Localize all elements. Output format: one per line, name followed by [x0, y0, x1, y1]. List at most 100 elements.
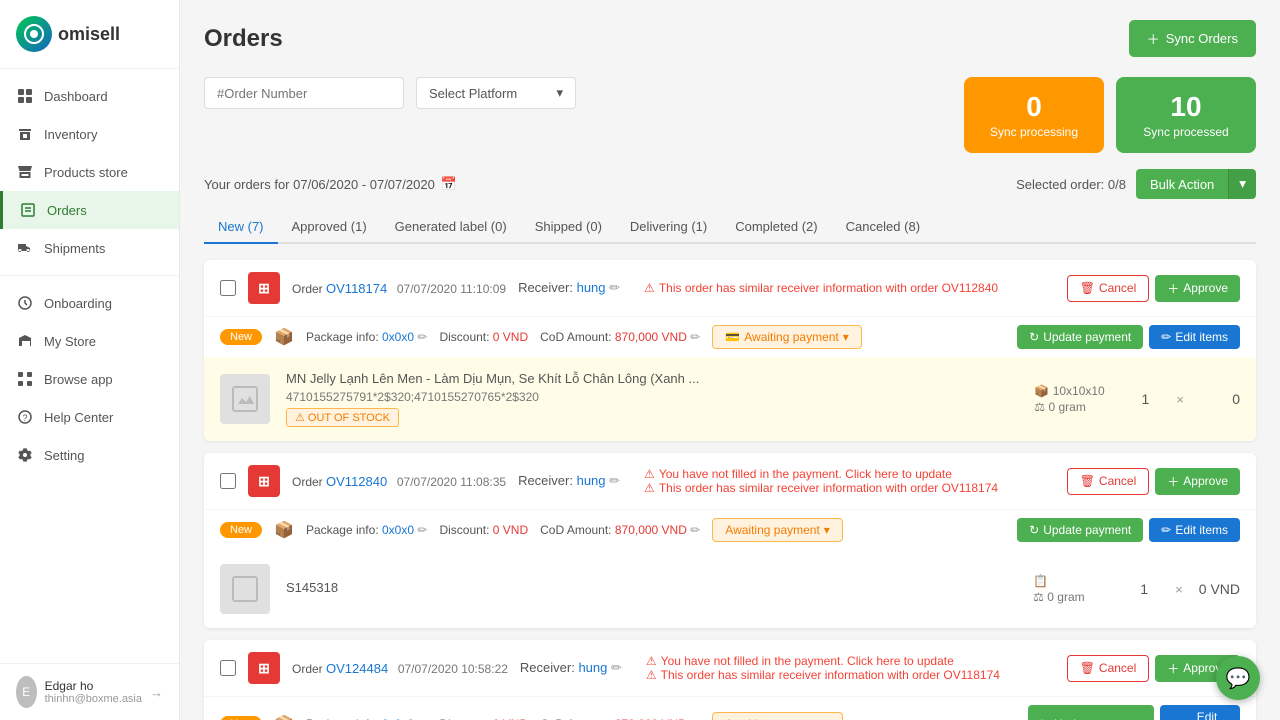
edit-receiver-icon-1[interactable]: ✏: [609, 280, 620, 295]
edit-icon-1: ✏: [1161, 330, 1171, 344]
order-actions-1: 🗑 Cancel ＋ Approve: [1067, 275, 1240, 302]
badge-new-2: New: [220, 522, 262, 538]
selected-order-info: Selected order: 0/8 Bulk Action ▾: [1016, 169, 1256, 199]
order-id-2[interactable]: OV112840: [326, 474, 387, 489]
product-image-2: [220, 564, 270, 614]
product-weight-2: ⚖ 0 gram: [1033, 590, 1113, 604]
payment-status-area-3: Awaiting payment ▾: [712, 712, 843, 720]
platform-icon-1: ⊞: [248, 272, 280, 304]
logout-icon[interactable]: →: [150, 685, 163, 700]
warning-icon-3a: ⚠: [646, 654, 657, 668]
edit-cod-icon-1[interactable]: ✏: [690, 330, 700, 344]
orders-icon: [19, 201, 37, 219]
chat-bubble[interactable]: 💬: [1216, 656, 1260, 700]
sync-processing-count: 0: [988, 91, 1080, 123]
chevron-down-icon: ▾: [556, 85, 563, 101]
product-weight-1: ⚖ 0 gram: [1034, 400, 1114, 414]
sidebar-item-browse-app[interactable]: Browse app: [0, 360, 179, 398]
tab-generated-label[interactable]: Generated label (0): [381, 211, 521, 244]
tab-completed[interactable]: Completed (2): [721, 211, 831, 244]
order-controls: Your orders for 07/06/2020 - 07/07/2020 …: [204, 169, 1256, 199]
sidebar-label-my-store: My Store: [44, 334, 96, 349]
sync-orders-button[interactable]: ＋ Sync Orders: [1129, 20, 1256, 57]
update-payment-btn-3[interactable]: ↻ Update payment: [1028, 705, 1154, 720]
chevron-payment-1: ▾: [843, 330, 849, 344]
discount-1: 0 VND: [493, 330, 528, 344]
tab-approved[interactable]: Approved (1): [278, 211, 381, 244]
tab-new[interactable]: New (7): [204, 211, 278, 244]
inventory-icon: [16, 125, 34, 143]
awaiting-payment-btn-2[interactable]: Awaiting payment ▾: [712, 518, 843, 542]
order-id-3[interactable]: OV124484: [326, 661, 388, 676]
cod-amount-2: 870,000 VND: [615, 523, 687, 537]
trash-icon-3: 🗑: [1080, 661, 1095, 675]
calendar-icon[interactable]: 📅: [441, 176, 457, 192]
cancel-button-3[interactable]: 🗑 Cancel: [1067, 655, 1150, 682]
product-qty-1: 1: [1130, 391, 1160, 407]
order-subrow-3: New 📦 Package info: 0x0x0 ✏ Discount: 0 …: [204, 697, 1256, 720]
order-card-1: ⊞ Order OV118174 07/07/2020 11:10:09 Rec…: [204, 260, 1256, 441]
approve-button-2[interactable]: ＋ Approve: [1155, 468, 1240, 495]
platform-icon-2: ⊞: [248, 465, 280, 497]
package-link-2[interactable]: 0x0x0: [382, 523, 414, 537]
cancel-button-2[interactable]: 🗑 Cancel: [1067, 468, 1150, 495]
order-number-input[interactable]: [204, 77, 404, 109]
package-link-1[interactable]: 0x0x0: [382, 330, 414, 344]
bulk-action-arrow[interactable]: ▾: [1228, 169, 1256, 199]
update-payment-btn-2[interactable]: ↻ Update payment: [1017, 518, 1143, 542]
product-dims-1: 📦 10x10x10: [1034, 384, 1114, 398]
bulk-action-button[interactable]: Bulk Action: [1136, 169, 1228, 199]
trash-icon-1: 🗑: [1080, 281, 1095, 295]
user-email: thinhn@boxme.asia: [45, 693, 142, 705]
tab-delivering[interactable]: Delivering (1): [616, 211, 721, 244]
edit-package-icon-2[interactable]: ✏: [417, 523, 427, 537]
platform-select[interactable]: Select Platform ▾: [416, 77, 576, 109]
sidebar-item-onboarding[interactable]: Onboarding: [0, 284, 179, 322]
sidebar-item-inventory[interactable]: Inventory: [0, 115, 179, 153]
sidebar-item-shipments[interactable]: Shipments: [0, 229, 179, 267]
cancel-button-1[interactable]: 🗑 Cancel: [1067, 275, 1150, 302]
tab-shipped[interactable]: Shipped (0): [521, 211, 616, 244]
order-checkbox-2[interactable]: [220, 473, 236, 489]
refresh-icon-2: ↻: [1029, 523, 1039, 537]
order-card-2: ⊞ Order OV112840 07/07/2020 11:08:35 Rec…: [204, 453, 1256, 628]
warning-2a: ⚠ You have not filled in the payment. Cl…: [644, 467, 1043, 481]
edit-cod-icon-2[interactable]: ✏: [690, 523, 700, 537]
badge-new-3: New: [220, 716, 262, 720]
sidebar-user-area: E Edgar ho thinhn@boxme.asia →: [0, 663, 179, 720]
sidebar-item-my-store[interactable]: My Store: [0, 322, 179, 360]
update-payment-btn-1[interactable]: ↻ Update payment: [1017, 325, 1143, 349]
warning-3b: ⚠ This order has similar receiver inform…: [646, 668, 1043, 682]
receiver-2[interactable]: hung: [577, 473, 606, 488]
order-checkbox-1[interactable]: [220, 280, 236, 296]
sidebar-item-setting[interactable]: Setting: [0, 436, 179, 474]
receiver-1[interactable]: hung: [577, 280, 606, 295]
main-content: Orders ＋ Sync Orders Select Platform ▾ 0…: [180, 0, 1280, 720]
sync-processing-card: 0 Sync processing: [964, 77, 1104, 153]
edit-items-btn-3[interactable]: ✏ Edit items: [1160, 705, 1240, 720]
sub-actions-1: ↻ Update payment ✏ Edit items: [1017, 325, 1240, 349]
sub-actions-2: ↻ Update payment ✏ Edit items: [1017, 518, 1240, 542]
awaiting-payment-btn-3[interactable]: Awaiting payment ▾: [712, 712, 843, 720]
edit-receiver-icon-3[interactable]: ✏: [611, 660, 622, 675]
sidebar-item-products-store[interactable]: Products store: [0, 153, 179, 191]
edit-receiver-icon-2[interactable]: ✏: [609, 473, 620, 488]
sidebar-item-dashboard[interactable]: Dashboard: [0, 77, 179, 115]
cod-amount-1: 870,000 VND: [615, 330, 687, 344]
sidebar-item-orders[interactable]: Orders: [0, 191, 179, 229]
edit-package-icon-1[interactable]: ✏: [417, 330, 427, 344]
order-checkbox-3[interactable]: [220, 660, 236, 676]
receiver-3[interactable]: hung: [578, 660, 607, 675]
edit-items-btn-1[interactable]: ✏ Edit items: [1149, 325, 1240, 349]
filters-area: Select Platform ▾: [204, 77, 576, 109]
tab-canceled[interactable]: Canceled (8): [832, 211, 934, 244]
badge-new-1: New: [220, 329, 262, 345]
sync-processed-count: 10: [1140, 91, 1232, 123]
order-id-1[interactable]: OV118174: [326, 281, 387, 296]
awaiting-payment-btn-1[interactable]: 💳 Awaiting payment ▾: [712, 325, 861, 349]
sidebar-item-help-center[interactable]: ? Help Center: [0, 398, 179, 436]
edit-items-btn-2[interactable]: ✏ Edit items: [1149, 518, 1240, 542]
order-subrow-1: New 📦 Package info: 0x0x0 ✏ Discount: 0 …: [204, 317, 1256, 357]
page-title: Orders: [204, 25, 283, 53]
approve-button-1[interactable]: ＋ Approve: [1155, 275, 1240, 302]
